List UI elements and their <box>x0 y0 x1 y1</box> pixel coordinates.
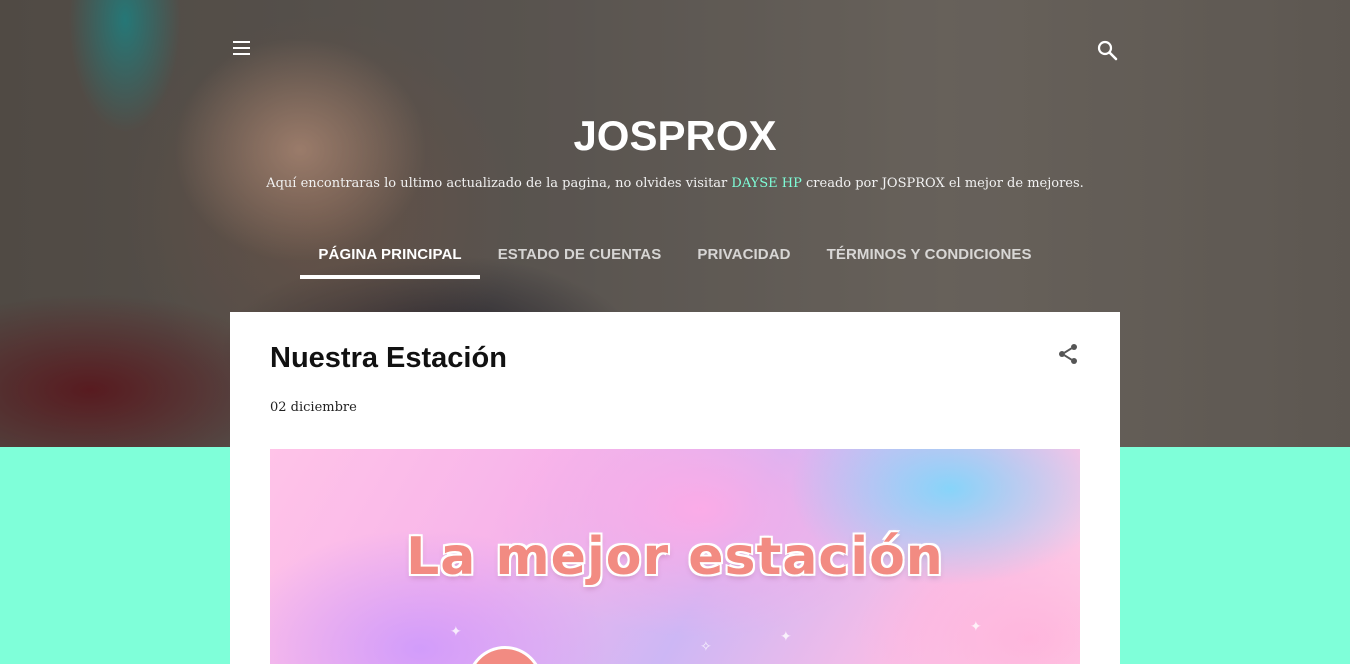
search-icon[interactable] <box>1096 39 1118 61</box>
share-icon[interactable] <box>1056 342 1080 366</box>
sparkle-icon: ✦ <box>970 619 982 635</box>
hamburger-menu-icon[interactable] <box>232 40 252 56</box>
sparkle-icon: ✧ <box>700 639 712 655</box>
nav-item-terminos[interactable]: TÉRMINOS Y CONDICIONES <box>809 236 1050 279</box>
post-date: 02 diciembre <box>270 400 357 415</box>
dayse-hp-link[interactable]: DAYSE HP <box>731 176 801 191</box>
sparkle-icon: ✦ <box>780 629 792 645</box>
post-image[interactable]: ✦ ✦ ✧ ✦ La mejor estación <box>270 449 1080 664</box>
blog-description-text-end: creado por JOSPROX el mejor de mejores. <box>801 176 1084 191</box>
nav-item-pagina-principal[interactable]: PÁGINA PRINCIPAL <box>300 236 480 279</box>
blog-description-text: Aquí encontraras lo ultimo actualizado d… <box>266 176 732 191</box>
post-image-text: La mejor estación <box>406 527 944 587</box>
post-image-partial-letter <box>470 649 540 664</box>
post-card: Nuestra Estación 02 diciembre ✦ ✦ ✧ ✦ La… <box>230 312 1120 664</box>
nav-item-privacidad[interactable]: PRIVACIDAD <box>679 236 808 279</box>
sparkle-icon: ✦ <box>450 624 462 640</box>
blog-title[interactable]: JOSPROX <box>0 112 1350 160</box>
nav-item-estado-de-cuentas[interactable]: ESTADO DE CUENTAS <box>480 236 680 279</box>
blog-description: Aquí encontraras lo ultimo actualizado d… <box>0 176 1350 191</box>
main-navigation: PÁGINA PRINCIPAL ESTADO DE CUENTAS PRIVA… <box>0 236 1350 279</box>
post-title[interactable]: Nuestra Estación <box>270 342 507 375</box>
